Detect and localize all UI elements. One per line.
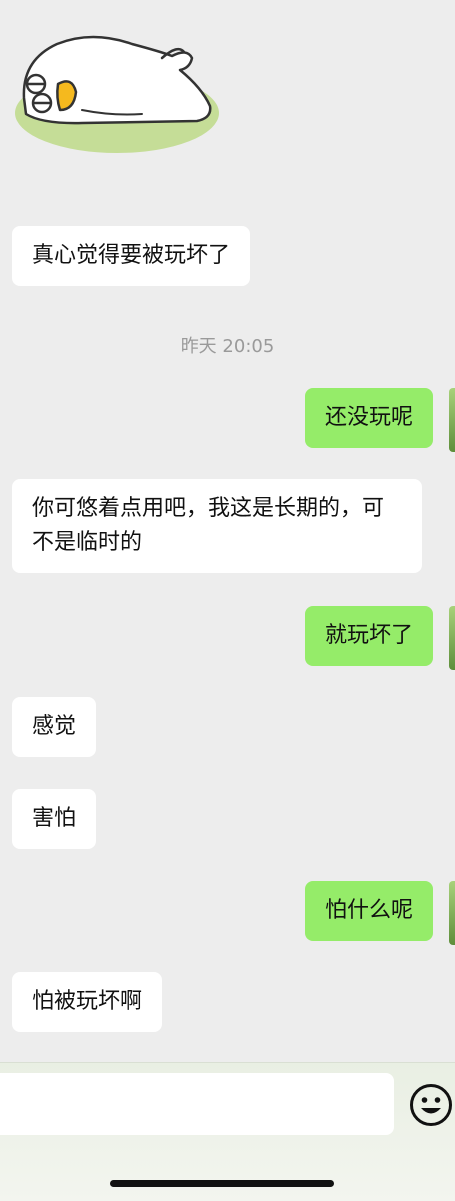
message-text: 真心觉得要被玩坏了 bbox=[32, 243, 231, 268]
message-timestamp: 昨天 20:05 bbox=[180, 336, 275, 357]
message-bubble-incoming[interactable]: 感觉 bbox=[12, 697, 97, 757]
self-avatar[interactable] bbox=[449, 606, 455, 670]
home-indicator[interactable] bbox=[110, 1180, 334, 1187]
message-text: 怕什么呢 bbox=[324, 898, 413, 923]
message-text: 还没玩呢 bbox=[324, 405, 413, 430]
input-bar bbox=[0, 1062, 455, 1201]
message-bubble-outgoing[interactable]: 还没玩呢 bbox=[304, 388, 433, 448]
message-bubble-incoming[interactable]: 怕被玩坏啊 bbox=[12, 972, 163, 1032]
message-bubble-outgoing[interactable]: 怕什么呢 bbox=[304, 881, 433, 941]
smiley-face-icon[interactable] bbox=[409, 1083, 453, 1127]
message-bubble-incoming[interactable]: 真心觉得要被玩坏了 bbox=[12, 226, 251, 286]
message-bubble-outgoing[interactable]: 就玩坏了 bbox=[304, 606, 433, 666]
message-bubble-incoming[interactable]: 害怕 bbox=[12, 789, 97, 849]
lying-duck-sticker-icon[interactable] bbox=[12, 18, 224, 158]
message-bubble-incoming[interactable]: 你可悠着点用吧，我这是长期的，可不是临时的 bbox=[12, 479, 422, 573]
message-text: 怕被玩坏啊 bbox=[32, 989, 143, 1014]
message-text: 感觉 bbox=[32, 714, 77, 739]
message-text: 你可悠着点用吧，我这是长期的，可不是临时的 bbox=[32, 496, 385, 555]
message-input[interactable] bbox=[0, 1073, 394, 1135]
chat-area: 真心觉得要被玩坏了 昨天 20:05 还没玩呢 你可悠着点用吧，我这是长期的，可… bbox=[0, 0, 455, 1062]
message-text: 就玩坏了 bbox=[324, 623, 413, 648]
self-avatar[interactable] bbox=[449, 388, 455, 452]
self-avatar[interactable] bbox=[449, 881, 455, 945]
message-text: 害怕 bbox=[32, 806, 77, 831]
